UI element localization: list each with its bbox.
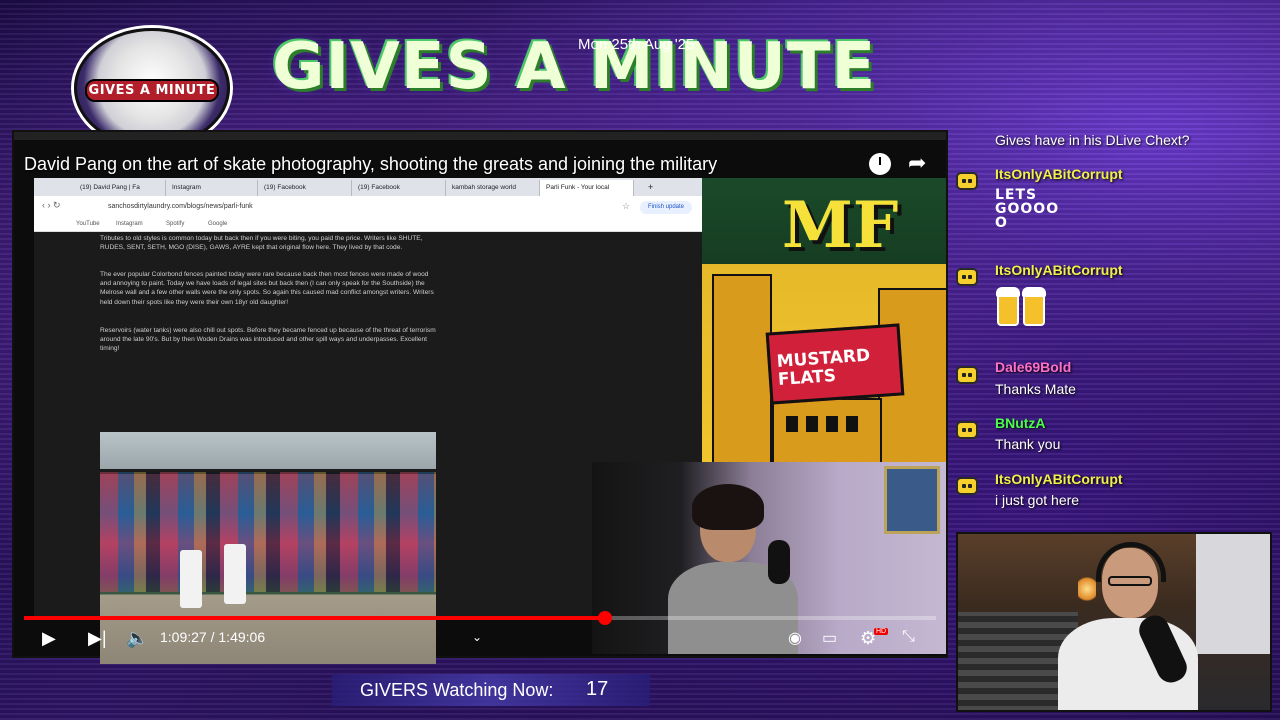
chat-username[interactable]: ItsOnlyABitCorrupt (995, 166, 1123, 182)
next-icon[interactable]: ▶| (88, 628, 107, 649)
watch-later-icon[interactable] (869, 153, 891, 175)
chat-message-text: Thank you (995, 436, 1061, 452)
headset-icon (1096, 542, 1166, 582)
webcam-lamp (1078, 574, 1096, 604)
tab-facebook-1[interactable]: (19) Facebook (258, 180, 352, 196)
time-display: 1:09:27 / 1:49:06 (160, 629, 265, 645)
user-badge-icon (956, 477, 978, 495)
tab-kambah[interactable]: kambah storage world (446, 180, 540, 196)
microphone-icon (768, 540, 790, 584)
time-separator: / (210, 629, 215, 645)
hd-badge: HD (874, 628, 889, 635)
chat-message-text: Gives have in his DLive Chext? (995, 132, 1190, 148)
album-window (826, 416, 838, 432)
article-paragraph: Reservoirs (water tanks) were also chill… (100, 327, 436, 353)
tab-david-pang[interactable]: (19) David Pang | Fa (74, 180, 166, 196)
chat-emote-lets-go: LETS GOOOO O (995, 187, 1060, 231)
tab-instagram[interactable]: Instagram (166, 180, 258, 196)
user-badge-icon (956, 366, 978, 384)
graffiti-photo (100, 432, 436, 664)
user-badge-icon (956, 421, 978, 439)
chat-message-text: Thanks Mate (995, 381, 1076, 397)
album-window (786, 416, 798, 432)
viewer-count-label: GIVERS Watching Now: (360, 680, 554, 700)
photo-person (180, 550, 202, 608)
user-badge-icon (956, 172, 978, 190)
video-title[interactable]: David Pang on the art of skate photograp… (24, 154, 717, 175)
progress-scrubber[interactable] (597, 611, 612, 625)
album-sign-line2: FLATS (777, 365, 837, 390)
new-tab-icon[interactable]: + (648, 180, 664, 196)
volume-icon[interactable]: 🔈 (126, 628, 148, 649)
tab-facebook-2[interactable]: (19) Facebook (352, 180, 446, 196)
bookmark-google[interactable]: Google (208, 221, 227, 227)
article-paragraph: Tributes to old styles is common today b… (100, 235, 423, 252)
autoplay-toggle-icon[interactable]: ◉ (788, 628, 802, 648)
beer-emote-icon (995, 286, 1049, 328)
chat-username[interactable]: ItsOnlyABitCorrupt (995, 262, 1123, 278)
chat-username[interactable]: Dale69Bold (995, 359, 1071, 375)
url-text[interactable]: sanchosdirtylaundry.com/blogs/news/parli… (108, 203, 253, 210)
exit-fullscreen-icon[interactable]: ⤡ (902, 628, 915, 646)
bookmark-instagram[interactable]: Instagram (116, 221, 143, 227)
album-window (846, 416, 858, 432)
bookmark-youtube[interactable]: YouTube (76, 221, 100, 227)
album-building (712, 274, 772, 464)
subtitles-icon[interactable]: ▭ (822, 628, 837, 648)
streamer-webcam (956, 532, 1272, 712)
nav-arrows-icon[interactable]: ‹ › ↻ (42, 200, 61, 211)
chat-panel: Gives have in his DLive Chext? ItsOnlyAB… (950, 128, 1280, 528)
album-window (806, 416, 818, 432)
user-badge-icon (956, 268, 978, 286)
logo-text: GIVES A MINUTE (85, 79, 219, 102)
chat-username[interactable]: ItsOnlyABitCorrupt (995, 471, 1123, 487)
finish-update-button[interactable]: Finish update (640, 201, 692, 214)
stream-date: Mon 25th Aug '25 (578, 36, 695, 53)
tab-parli-funk[interactable]: Parli Funk - Your local (540, 180, 634, 196)
screen-menubar (14, 132, 946, 140)
guest-video (592, 462, 946, 654)
viewer-count-value: 17 (586, 678, 609, 700)
guest-hair (692, 484, 764, 530)
progress-bar[interactable] (24, 611, 936, 625)
album-logo: MF (782, 188, 899, 263)
bookmark-star-icon[interactable]: ☆ (622, 201, 630, 212)
chat-username[interactable]: BNutzA (995, 415, 1046, 431)
progress-fill (24, 616, 605, 620)
duration: 1:49:06 (218, 629, 266, 645)
webcam-door (1196, 534, 1270, 654)
video-player[interactable]: (19) David Pang | Fa Instagram (19) Face… (12, 130, 948, 664)
current-time: 1:09:27 (160, 629, 207, 645)
chat-message-text: i just got here (995, 492, 1080, 508)
chevron-down-icon[interactable]: ⌄ (472, 630, 482, 644)
share-icon[interactable]: ➦ (908, 150, 926, 176)
play-icon[interactable]: ▶ (42, 628, 56, 649)
stream-title: GIVES A MINUTE (272, 30, 877, 104)
album-sign: MUSTARD FLATS (765, 323, 905, 405)
album-sign-text: MUSTARD FLATS (776, 346, 872, 390)
album-art: MF MUSTARD FLATS (702, 178, 946, 464)
wall-picture (884, 466, 940, 534)
photo-person (224, 544, 246, 604)
tab-bar: (19) David Pang | Fa Instagram (19) Face… (34, 178, 702, 196)
bookmark-spotify[interactable]: Spotify (166, 221, 184, 227)
article-paragraph: The ever popular Colorbond fences painte… (100, 271, 434, 306)
